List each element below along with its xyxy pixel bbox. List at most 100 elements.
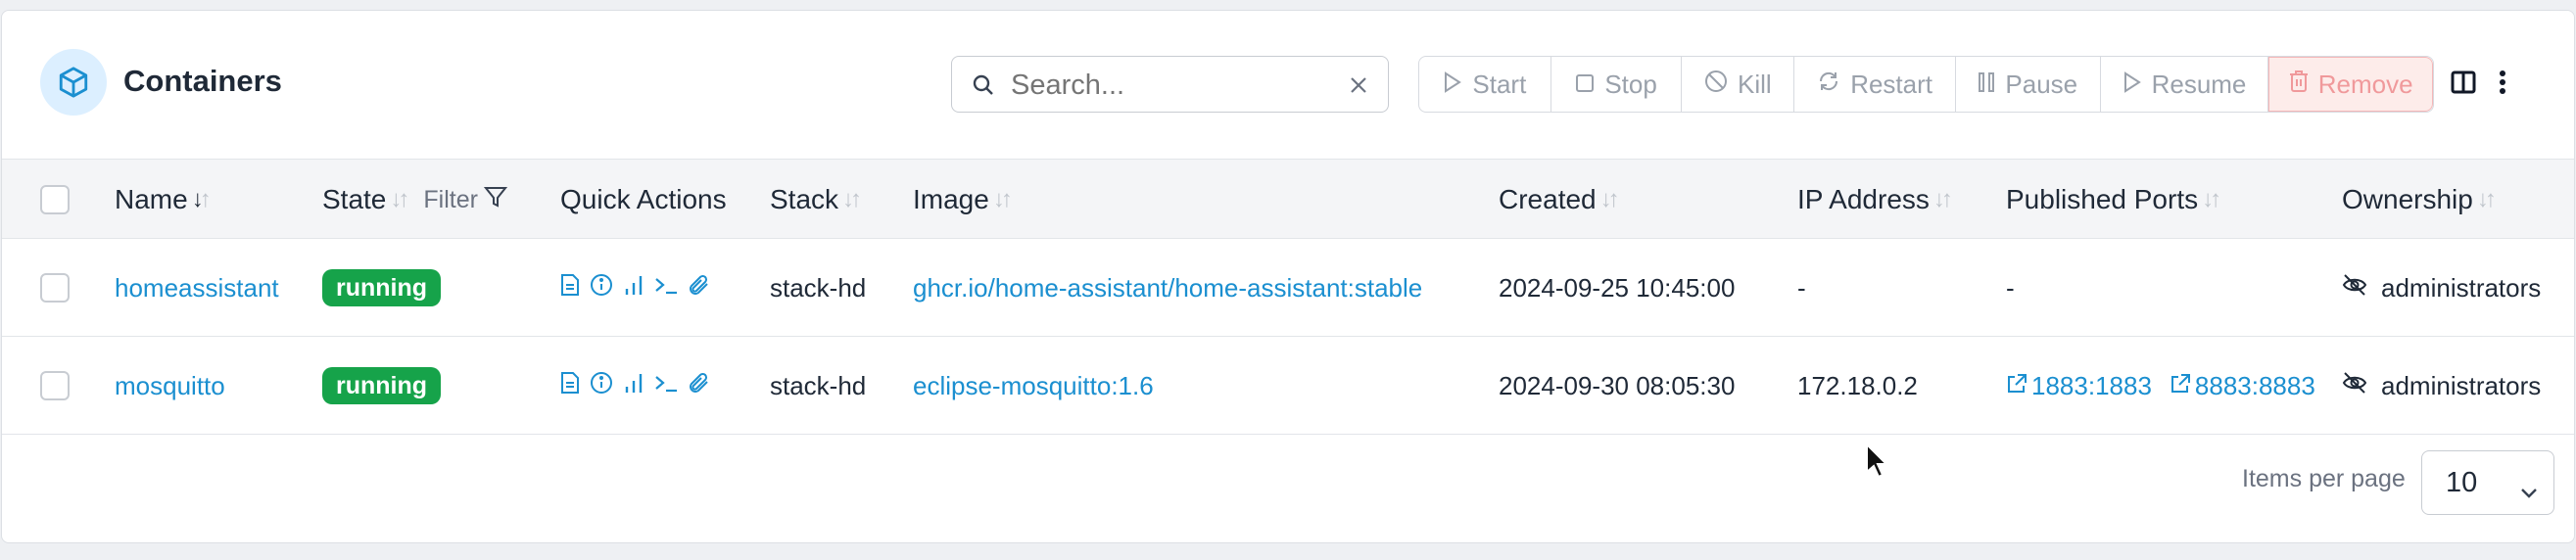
filter-icon (483, 185, 508, 215)
state-cell: running (322, 239, 442, 337)
attach-icon[interactable] (688, 273, 711, 303)
column-image[interactable]: Image ↓↑ (913, 160, 1013, 240)
ownership-label: administrators (2381, 272, 2542, 303)
logs-icon[interactable] (560, 371, 580, 401)
play-icon (2123, 70, 2142, 100)
column-state-label: State (322, 184, 387, 214)
stats-icon[interactable] (623, 371, 644, 401)
created-cell: 2024-09-30 08:05:30 (1499, 370, 1736, 400)
eye-off-icon (2342, 371, 2367, 401)
table-header: Name ↓↑ State ↓↑ Filter Quick Actions St… (2, 159, 2574, 239)
column-name[interactable]: Name ↓↑ (115, 160, 212, 240)
chevron-down-icon (2520, 475, 2538, 507)
info-icon[interactable] (590, 273, 613, 303)
resume-button[interactable]: Resume (2101, 57, 2269, 112)
items-per-page-select[interactable]: 10 (2421, 450, 2554, 515)
items-per-page-label: Items per page (2242, 465, 2406, 492)
row-checkbox[interactable] (40, 337, 70, 435)
ban-icon (1704, 70, 1728, 100)
stop-icon (1575, 70, 1595, 100)
column-name-label: Name (115, 184, 188, 214)
search-input[interactable] (1009, 65, 1307, 106)
status-badge: running (322, 269, 442, 306)
quick-actions (560, 337, 711, 435)
select-all-checkbox[interactable] (40, 160, 70, 240)
image-link[interactable]: eclipse-mosquitto:1.6 (913, 337, 1154, 435)
start-button[interactable]: Start (1419, 57, 1551, 112)
console-icon[interactable] (654, 371, 678, 401)
stop-label: Stop (1604, 69, 1657, 99)
kill-button[interactable]: Kill (1682, 57, 1795, 112)
column-stack[interactable]: Stack ↓↑ (770, 160, 862, 240)
status-badge: running (322, 367, 442, 404)
container-name-link[interactable]: homeassistant (115, 239, 279, 337)
play-icon (1443, 70, 1462, 100)
column-quick-actions-label: Quick Actions (560, 184, 727, 214)
stack-cell: stack-hd (770, 272, 867, 303)
restart-label: Restart (1850, 69, 1932, 99)
sort-icon: ↓↑ (1932, 186, 1953, 212)
kill-label: Kill (1738, 69, 1772, 99)
quick-actions (560, 239, 711, 337)
container-name-link[interactable]: mosquitto (115, 337, 225, 435)
container-actions-group: Start Stop Kill Restart Pause Resume Rem… (1418, 56, 2434, 113)
ports-cell: - (2006, 272, 2015, 303)
column-quick-actions: Quick Actions (560, 160, 727, 240)
column-stack-label: Stack (770, 184, 839, 214)
attach-icon[interactable] (688, 371, 711, 401)
pause-label: Pause (2005, 69, 2078, 99)
clear-search-icon[interactable] (1344, 70, 1373, 100)
search-box[interactable] (951, 56, 1389, 113)
column-ip[interactable]: IP Address ↓↑ (1797, 160, 1953, 240)
created-cell: 2024-09-25 10:45:00 (1499, 272, 1736, 303)
remove-button[interactable]: Remove (2268, 57, 2433, 112)
containers-panel: Containers Start Stop Kill (1, 10, 2575, 543)
ownership-label: administrators (2381, 370, 2542, 400)
trash-icon (2289, 70, 2309, 100)
console-icon[interactable] (654, 273, 678, 303)
ports-cell: 1883:1883 8883:8883 (2006, 337, 2315, 435)
more-options-icon[interactable] (2498, 70, 2507, 100)
ownership-cell: administrators (2342, 239, 2541, 337)
row-checkbox[interactable] (40, 239, 70, 337)
cube-icon (40, 49, 107, 116)
ip-cell: - (1797, 272, 1806, 303)
sort-icon: ↓↑ (992, 186, 1013, 212)
refresh-icon (1817, 70, 1840, 100)
column-ports[interactable]: Published Ports ↓↑ (2006, 160, 2221, 240)
column-ownership-label: Ownership (2342, 184, 2473, 214)
external-link-icon (2006, 371, 2027, 401)
column-ports-label: Published Ports (2006, 184, 2199, 214)
column-state[interactable]: State ↓↑ Filter (322, 160, 508, 240)
sort-icon: ↓↑ (1599, 186, 1620, 212)
column-ownership[interactable]: Ownership ↓↑ (2342, 160, 2497, 240)
mouse-cursor-icon (1865, 442, 1890, 485)
stop-button[interactable]: Stop (1551, 57, 1683, 112)
sort-icon: ↓↑ (2202, 186, 2221, 212)
external-link-icon (2170, 371, 2191, 401)
column-created[interactable]: Created ↓↑ (1499, 160, 1620, 240)
sort-icon: ↓↑ (390, 186, 409, 212)
restart-button[interactable]: Restart (1794, 57, 1956, 112)
stack-cell: stack-hd (770, 370, 867, 400)
filter-label: Filter (423, 185, 478, 213)
remove-label: Remove (2317, 69, 2413, 99)
logs-icon[interactable] (560, 273, 580, 303)
port-link[interactable]: 1883:1883 (2031, 371, 2152, 401)
column-created-label: Created (1499, 184, 1597, 214)
pause-button[interactable]: Pause (1956, 57, 2101, 112)
column-ip-label: IP Address (1797, 184, 1930, 214)
sort-icon: ↓↑ (2476, 186, 2497, 212)
image-link[interactable]: ghcr.io/home-assistant/home-assistant:st… (913, 239, 1422, 337)
panel-header: Containers Start Stop Kill (2, 11, 2574, 159)
state-filter[interactable]: Filter (423, 185, 508, 215)
pause-icon (1978, 70, 1995, 100)
columns-icon[interactable] (2451, 70, 2476, 100)
search-icon (972, 73, 995, 102)
sort-desc-icon: ↓↑ (191, 186, 212, 212)
page-title: Containers (123, 64, 282, 98)
port-link[interactable]: 8883:8883 (2195, 371, 2315, 401)
info-icon[interactable] (590, 371, 613, 401)
eye-off-icon (2342, 273, 2367, 303)
stats-icon[interactable] (623, 273, 644, 303)
